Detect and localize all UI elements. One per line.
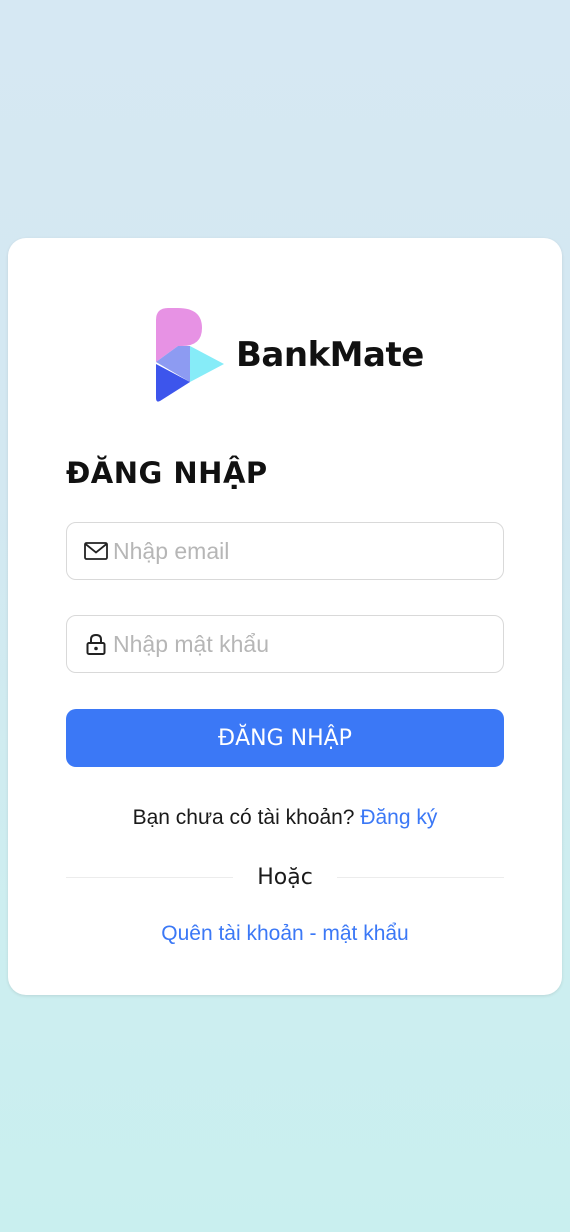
- brand-logo: BankMate: [148, 306, 424, 404]
- lock-icon: [83, 631, 109, 657]
- password-field[interactable]: [66, 615, 504, 673]
- brand-name: BankMate: [236, 335, 424, 375]
- divider-line-left: [66, 876, 234, 878]
- login-card: BankMate ĐĂNG NHẬP ĐĂNG NHẬP Bạn chưa có…: [8, 238, 562, 995]
- register-prompt: Bạn chưa có tài khoản? Đăng ký: [8, 806, 562, 830]
- divider-line-right: [336, 876, 504, 878]
- mail-icon: [83, 538, 109, 564]
- or-divider: Hoặc: [66, 862, 504, 892]
- forgot-account-password-link[interactable]: Quên tài khoản - mật khẩu: [161, 922, 408, 945]
- forgot-row: Quên tài khoản - mật khẩu: [8, 922, 562, 946]
- no-account-text: Bạn chưa có tài khoản?: [132, 806, 361, 829]
- email-input[interactable]: [113, 537, 493, 565]
- page-title: ĐĂNG NHẬP: [66, 456, 268, 490]
- register-link[interactable]: Đăng ký: [360, 806, 437, 829]
- login-button[interactable]: ĐĂNG NHẬP: [66, 709, 504, 767]
- bankmate-logo-icon: [156, 308, 224, 402]
- email-field[interactable]: [66, 522, 504, 580]
- password-input[interactable]: [113, 630, 493, 658]
- or-label: Hoặc: [257, 864, 313, 890]
